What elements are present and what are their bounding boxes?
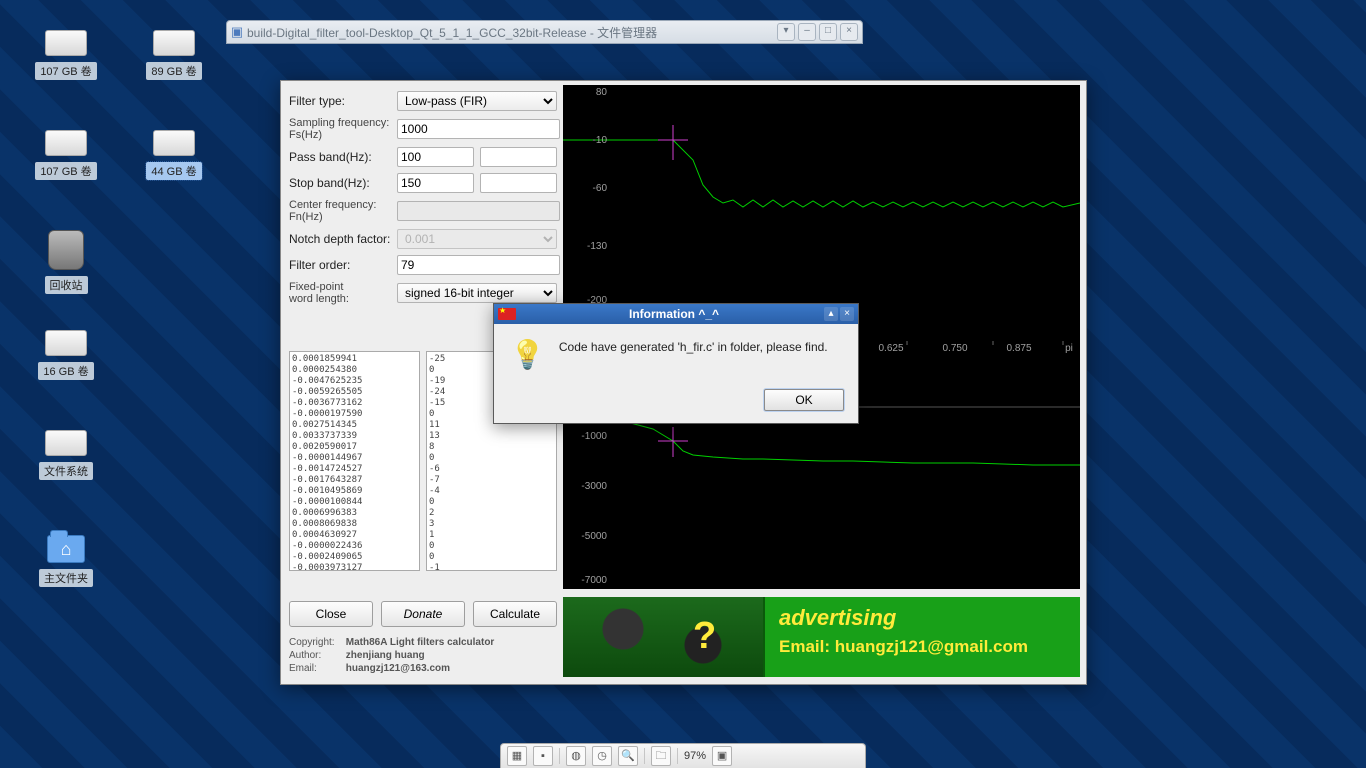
pass-band-label: Pass band(Hz):: [289, 150, 397, 164]
desktop-icon-label: 107 GB 卷: [35, 62, 96, 80]
close-button[interactable]: Close: [289, 601, 373, 627]
plot-xtick: pi: [1049, 343, 1089, 354]
window-roll-button[interactable]: ▾: [777, 23, 795, 41]
desktop-icon-label: 16 GB 卷: [38, 362, 93, 380]
window-close-button[interactable]: ×: [840, 23, 858, 41]
notch-depth-select: 0.001: [397, 229, 557, 249]
filemanager-window-titlebar[interactable]: ▣ build-Digital_filter_tool-Desktop_Qt_5…: [226, 20, 863, 44]
center-freq-input: [397, 201, 560, 221]
information-dialog: Information ^_^ ▴ × 💡 Code have generate…: [493, 303, 859, 424]
calculate-button[interactable]: Calculate: [473, 601, 557, 627]
ad-email: Email: huangzj121@gmail.com: [779, 637, 1066, 657]
desktop-icon-label: 文件系统: [39, 462, 93, 480]
advertising-banner: ? advertising Email: huangzj121@gmail.co…: [563, 597, 1080, 677]
dialog-message: Code have generated 'h_fir.c' in folder,…: [559, 338, 828, 354]
plot-ytick: -60: [567, 183, 607, 194]
folder-icon: ▣: [227, 24, 247, 40]
desktop-icon-label: 44 GB 卷: [146, 162, 201, 180]
taskbar-camera-icon[interactable]: ▣: [712, 746, 732, 766]
stop-band-input-1[interactable]: [397, 173, 474, 193]
dialog-title: Information ^_^: [524, 307, 824, 321]
ad-title: advertising: [779, 605, 1066, 631]
stop-band-input-2[interactable]: [480, 173, 557, 193]
dialog-titlebar[interactable]: Information ^_^ ▴ ×: [494, 304, 858, 324]
plot-ytick: 80: [567, 87, 607, 98]
filemanager-title: build-Digital_filter_tool-Desktop_Qt_5_1…: [247, 24, 777, 41]
taskbar-clock-icon[interactable]: ◷: [592, 746, 612, 766]
stop-band-label: Stop band(Hz):: [289, 176, 397, 190]
plot-ytick: -130: [567, 241, 607, 252]
plot-ytick: -7000: [567, 575, 607, 586]
desktop-trash-icon[interactable]: 回收站: [26, 230, 106, 294]
filter-type-label: Filter type:: [289, 94, 397, 108]
dialog-minimize-button[interactable]: ▴: [824, 307, 838, 321]
desktop-drive-icon[interactable]: 16 GB 卷: [26, 330, 106, 380]
window-maximize-button[interactable]: □: [819, 23, 837, 41]
center-freq-label: Center frequency:Fn(Hz): [289, 199, 397, 223]
desktop-icon-label: 主文件夹: [39, 569, 93, 587]
word-length-select[interactable]: signed 16-bit integer: [397, 283, 557, 303]
pass-band-input-2[interactable]: [480, 147, 557, 167]
desktop-drive-icon[interactable]: 107 GB 卷: [26, 30, 106, 80]
desktop-drive-icon-selected[interactable]: 44 GB 卷: [134, 130, 214, 180]
plot-ytick: -3000: [567, 481, 607, 492]
plot-xtick: 0.625: [871, 343, 911, 354]
sampling-freq-input[interactable]: [397, 119, 560, 139]
taskbar-search-icon[interactable]: 🔍: [618, 746, 638, 766]
notch-depth-label: Notch depth factor:: [289, 232, 397, 246]
filter-order-label: Filter order:: [289, 258, 397, 272]
desktop-drive-icon[interactable]: 文件系统: [26, 430, 106, 480]
desktop-home-folder-icon[interactable]: ⌂主文件夹: [26, 535, 106, 587]
window-minimize-button[interactable]: –: [798, 23, 816, 41]
float-coefficients-list[interactable]: 0.0001859941 0.0000254380 -0.0047625235 …: [289, 351, 420, 571]
taskbar-files-icon[interactable]: 🗀: [651, 746, 671, 766]
word-length-label: Fixed-pointword length:: [289, 281, 397, 305]
taskbar-terminal-icon[interactable]: ▪: [533, 746, 553, 766]
taskbar-desktop-icon[interactable]: ▦: [507, 746, 527, 766]
plot-ytick: -5000: [567, 531, 607, 542]
plot-ytick: -10: [567, 135, 607, 146]
controls-panel: Filter type: Low-pass (FIR) Sampling fre…: [289, 91, 557, 311]
filter-order-input[interactable]: [397, 255, 560, 275]
pass-band-input-1[interactable]: [397, 147, 474, 167]
taskbar-globe-icon[interactable]: ◍: [566, 746, 586, 766]
ok-button[interactable]: OK: [764, 389, 844, 411]
taskbar-zoom-level: 97%: [684, 750, 706, 762]
filter-type-select[interactable]: Low-pass (FIR): [397, 91, 557, 111]
dialog-close-button[interactable]: ×: [840, 307, 854, 321]
desktop-icon-label: 回收站: [45, 276, 88, 294]
donate-button[interactable]: Donate: [381, 601, 465, 627]
desktop-drive-icon[interactable]: 89 GB 卷: [134, 30, 214, 80]
flag-icon: [498, 308, 516, 320]
plot-xtick: 0.875: [999, 343, 1039, 354]
taskbar: ▦ ▪ ◍ ◷ 🔍 🗀 97% ▣: [500, 743, 866, 768]
desktop-icon-label: 107 GB 卷: [35, 162, 96, 180]
sampling-freq-label: Sampling frequency:Fs(Hz): [289, 117, 397, 141]
plot-ytick: -1000: [567, 431, 607, 442]
question-mark-icon: ?: [693, 615, 716, 658]
credits-footer: Copyright: Math86A Light filters calcula…: [289, 636, 494, 675]
lightbulb-icon: 💡: [510, 338, 545, 371]
desktop-drive-icon[interactable]: 107 GB 卷: [26, 130, 106, 180]
plot-xtick: 0.750: [935, 343, 975, 354]
desktop-icon-label: 89 GB 卷: [146, 62, 201, 80]
pcb-image: [563, 597, 765, 677]
